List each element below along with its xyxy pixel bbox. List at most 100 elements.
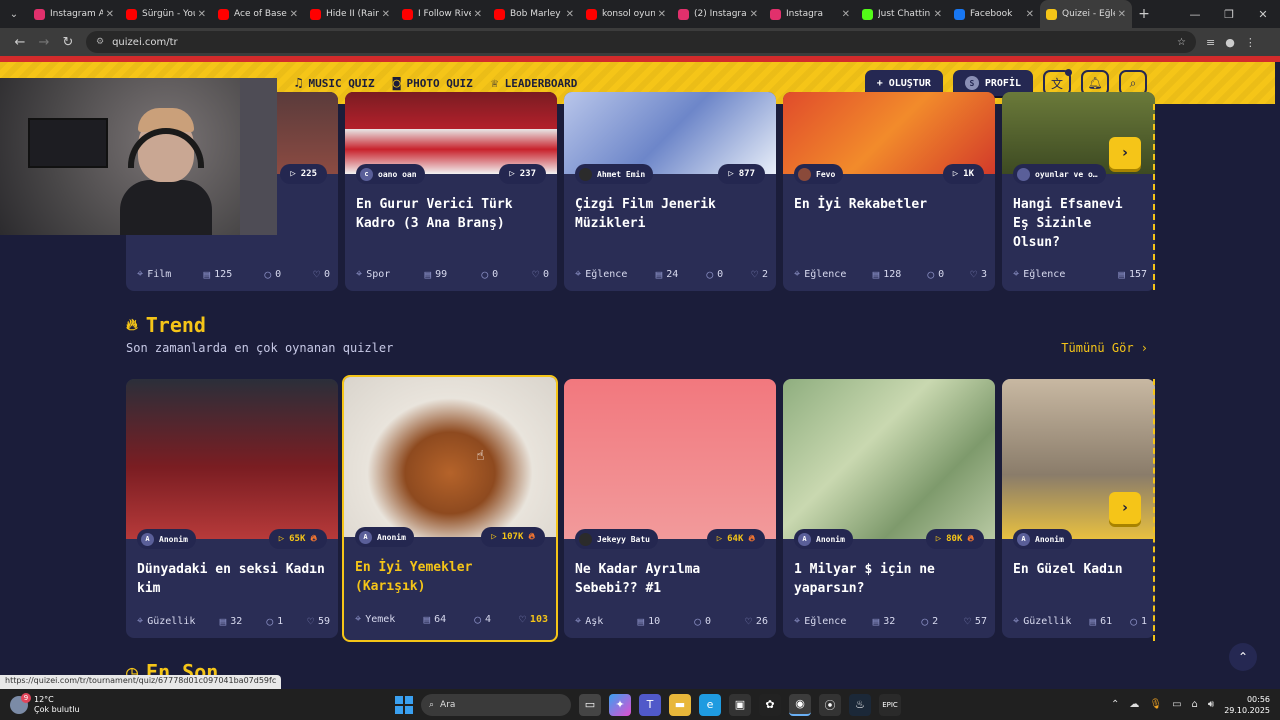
author-pill[interactable]: A Anonim bbox=[1013, 529, 1072, 549]
volume-icon[interactable]: 🔊︎ bbox=[1208, 699, 1214, 710]
quiz-card[interactable]: Fevo ▷ 1K En İyi Rekabetler ⌖ Eğlence ▤ 128 ◯ 0 ♡ 3 bbox=[783, 92, 995, 291]
quiz-title[interactable]: En Güzel Kadın bbox=[1013, 560, 1145, 579]
tab-close-icon[interactable]: ✕ bbox=[658, 9, 666, 20]
author-pill[interactable]: Ahmet Emin bbox=[575, 164, 654, 184]
quiz-card[interactable]: A Anonim ▷ 107K 🔥︎ En İyi Yemekler (Karışık) ⌖… bbox=[342, 375, 558, 642]
recording-app-icon[interactable]: ⦿ bbox=[819, 693, 841, 716]
minimize-icon[interactable]: — bbox=[1178, 8, 1212, 21]
quiz-card[interactable]: oyunlar ve o… Hangi Efsanevi Eş Sizinle O… bbox=[1002, 92, 1155, 291]
tab-close-icon[interactable]: ✕ bbox=[474, 9, 482, 20]
tab-close-icon[interactable]: ✕ bbox=[1026, 9, 1034, 20]
next-arrow-top[interactable]: › bbox=[1109, 137, 1141, 169]
quiz-thumbnail[interactable] bbox=[344, 377, 556, 537]
quiz-title[interactable]: Hangi Efsanevi Eş Sizinle Olsun? bbox=[1013, 195, 1145, 252]
quiz-card[interactable]: c oano oan ▷ 237 En Gurur Verici Türk Kadro … bbox=[345, 92, 557, 291]
author-pill[interactable]: Fevo bbox=[794, 164, 844, 184]
author-pill[interactable]: A Anonim bbox=[355, 527, 414, 547]
network-icon[interactable]: ⌂ bbox=[1192, 699, 1198, 710]
display-icon[interactable]: ▭ bbox=[1172, 699, 1181, 710]
chatgpt-icon[interactable]: ✿ bbox=[759, 693, 781, 716]
tab-search-icon[interactable]: ⌄ bbox=[0, 0, 28, 28]
nav-music-quiz[interactable]: ♫ MUSIC QUIZ bbox=[295, 76, 375, 91]
quiz-thumbnail[interactable] bbox=[783, 379, 995, 539]
tab-close-icon[interactable]: ✕ bbox=[842, 9, 850, 20]
tab-close-icon[interactable]: ✕ bbox=[106, 9, 114, 20]
quiz-thumbnail[interactable] bbox=[126, 379, 338, 539]
quiz-thumbnail[interactable] bbox=[345, 92, 557, 174]
browser-tab[interactable]: Facebook ✕ bbox=[948, 0, 1040, 28]
store-icon[interactable]: ▣ bbox=[729, 693, 751, 716]
browser-tab[interactable]: Sürgün - You ✕ bbox=[120, 0, 212, 28]
quiz-title[interactable]: En İyi Yemekler (Karışık) bbox=[355, 558, 546, 596]
see-all-link[interactable]: Tümünü Gör › bbox=[1061, 341, 1148, 355]
next-arrow-trend[interactable]: › bbox=[1109, 492, 1141, 524]
url-field[interactable]: ⚙ quizei.com/tr ☆ bbox=[86, 31, 1196, 53]
onedrive-icon[interactable]: ☁ bbox=[1129, 699, 1139, 710]
system-clock[interactable]: 00:56 29.10.2025 bbox=[1224, 694, 1270, 716]
microphone-icon[interactable]: 🎙︎ bbox=[1149, 699, 1162, 710]
browser-tab[interactable]: konsol oyun ✕ bbox=[580, 0, 672, 28]
tab-close-icon[interactable]: ✕ bbox=[198, 9, 206, 20]
quiz-thumbnail[interactable] bbox=[564, 379, 776, 539]
author-pill[interactable]: oyunlar ve o… bbox=[1013, 164, 1106, 184]
tab-close-icon[interactable]: ✕ bbox=[566, 9, 574, 20]
back-icon[interactable]: ← bbox=[8, 35, 32, 50]
quiz-card[interactable]: Ahmet Emin ▷ 877 Çizgi Film Jenerik Müzikle… bbox=[564, 92, 776, 291]
forward-icon[interactable]: → bbox=[32, 35, 56, 50]
browser-tab[interactable]: I Follow Rive ✕ bbox=[396, 0, 488, 28]
quiz-title[interactable]: 1 Milyar $ için ne yaparsın? bbox=[794, 560, 985, 598]
quiz-title[interactable]: En İyi Rekabetler bbox=[794, 195, 985, 214]
tab-close-icon[interactable]: ✕ bbox=[750, 9, 758, 20]
epic-games-icon[interactable]: EPIC bbox=[879, 693, 901, 716]
reading-list-icon[interactable]: ≡ bbox=[1206, 36, 1215, 49]
quiz-title[interactable]: Çizgi Film Jenerik Müzikleri bbox=[575, 195, 766, 233]
profile-avatar-icon[interactable]: ● bbox=[1225, 36, 1235, 49]
weather-widget[interactable]: 9 12°C Çok bulutlu bbox=[10, 692, 120, 715]
browser-tab[interactable]: Instagram A ✕ bbox=[28, 0, 120, 28]
browser-tab[interactable]: Quizei - Eğle ✕ bbox=[1040, 0, 1132, 28]
copilot-icon[interactable]: ✦ bbox=[609, 693, 631, 716]
quiz-thumbnail[interactable] bbox=[564, 92, 776, 174]
nav-photo-quiz[interactable]: ◙ PHOTO QUIZ bbox=[393, 76, 473, 91]
browser-tab[interactable]: Just Chattin ✕ bbox=[856, 0, 948, 28]
chrome-icon[interactable]: ◉ bbox=[789, 693, 811, 716]
quiz-card[interactable]: Jekeyy Batu ▷ 64K 🔥︎ Ne Kadar Ayrılma Sebebi… bbox=[564, 379, 776, 638]
edge-icon[interactable]: e bbox=[699, 693, 721, 716]
browser-tab[interactable]: Instagra ✕ bbox=[764, 0, 856, 28]
author-pill[interactable]: A Anonim bbox=[794, 529, 853, 549]
author-pill[interactable]: c oano oan bbox=[356, 164, 425, 184]
reload-icon[interactable]: ↻ bbox=[56, 35, 80, 50]
taskbar-search[interactable]: ⌕ Ara bbox=[421, 693, 571, 716]
tab-close-icon[interactable]: ✕ bbox=[382, 9, 390, 20]
restore-icon[interactable]: ❐ bbox=[1212, 8, 1246, 21]
nav-leaderboard[interactable]: ♕ LEADERBOARD bbox=[491, 76, 578, 91]
teams-icon[interactable]: T bbox=[639, 693, 661, 716]
browser-tab[interactable]: Bob Marley ✕ bbox=[488, 0, 580, 28]
quiz-title[interactable]: En Gurur Verici Türk Kadro (3 Ana Branş) bbox=[356, 195, 547, 233]
file-explorer-icon[interactable]: ▬ bbox=[669, 693, 691, 716]
start-icon[interactable] bbox=[395, 695, 413, 714]
quiz-card[interactable]: A Anonim ▷ 80K 🔥︎ 1 Milyar $ için ne yaparsın… bbox=[783, 379, 995, 638]
quiz-title[interactable]: Dünyadaki en seksi Kadın kim bbox=[137, 560, 328, 598]
quiz-title[interactable]: i bbox=[268, 195, 328, 214]
bookmark-star-icon[interactable]: ☆ bbox=[1177, 37, 1186, 48]
quiz-thumbnail[interactable] bbox=[783, 92, 995, 174]
browser-tab[interactable]: Hide II (Rain ✕ bbox=[304, 0, 396, 28]
close-window-icon[interactable]: ✕ bbox=[1246, 8, 1280, 21]
tab-close-icon[interactable]: ✕ bbox=[1118, 9, 1126, 20]
browser-tab[interactable]: (2) Instagram✕ bbox=[672, 0, 764, 28]
tab-close-icon[interactable]: ✕ bbox=[290, 9, 298, 20]
scroll-to-top-button[interactable]: ⌃ bbox=[1229, 643, 1257, 671]
author-pill[interactable]: A Anonim bbox=[137, 529, 196, 549]
steam-icon[interactable]: ♨ bbox=[849, 693, 871, 716]
tab-close-icon[interactable]: ✕ bbox=[934, 9, 942, 20]
site-info-icon[interactable]: ⚙ bbox=[96, 37, 104, 47]
tray-chevron-icon[interactable]: ⌃ bbox=[1111, 699, 1119, 710]
quiz-card[interactable]: A Anonim ▷ 65K 🔥︎ Dünyadaki en seksi Kadın ki… bbox=[126, 379, 338, 638]
new-tab-button[interactable]: + bbox=[1132, 6, 1156, 22]
task-view-icon[interactable]: ▭ bbox=[579, 693, 601, 716]
quiz-title[interactable]: Ne Kadar Ayrılma Sebebi?? #1 bbox=[575, 560, 766, 598]
author-pill[interactable]: Jekeyy Batu bbox=[575, 529, 658, 549]
browser-tab[interactable]: Ace of Base ✕ bbox=[212, 0, 304, 28]
browser-menu-icon[interactable]: ⋮ bbox=[1245, 36, 1256, 49]
